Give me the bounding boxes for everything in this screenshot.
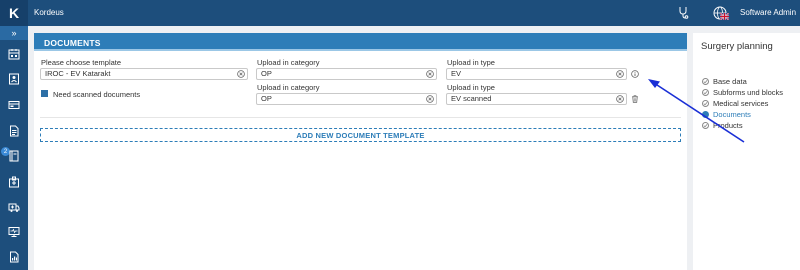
annotation-arrow (648, 79, 745, 143)
